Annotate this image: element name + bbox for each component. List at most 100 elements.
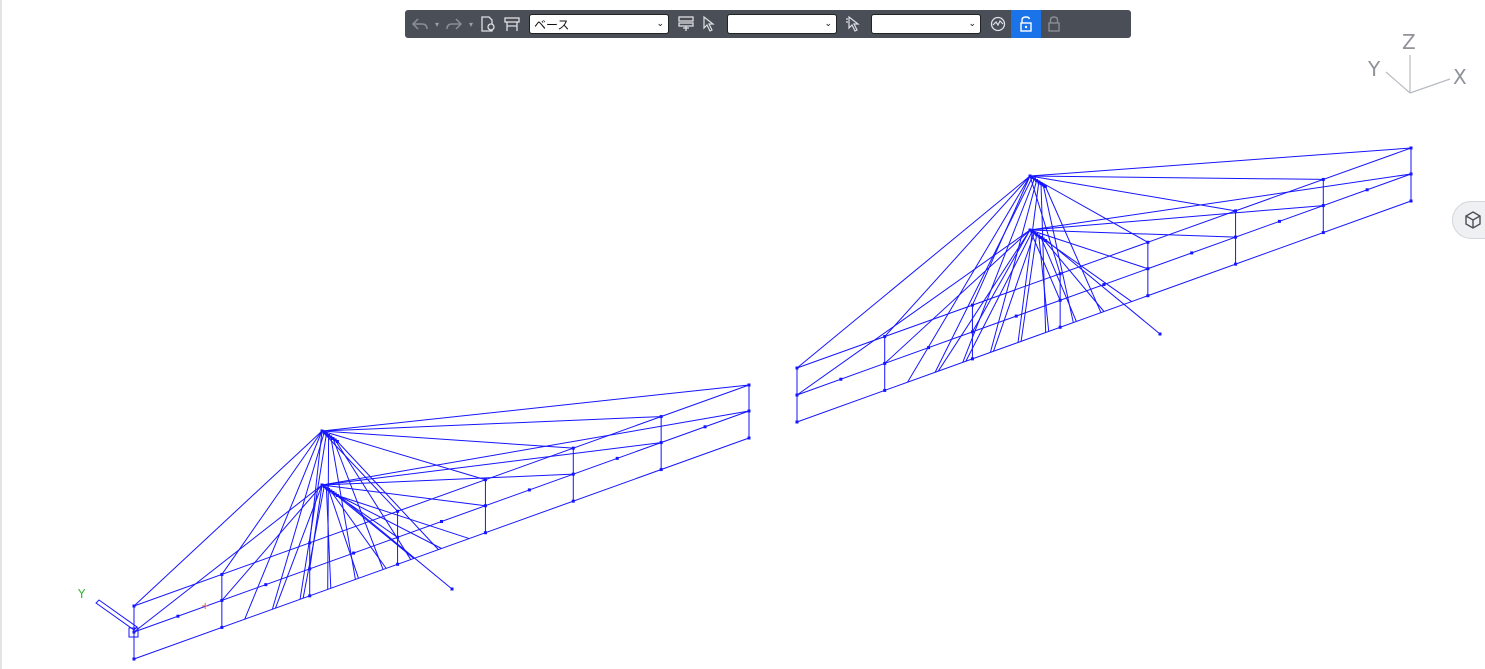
analysis-view-button[interactable] [987, 13, 1009, 35]
node-point [703, 425, 707, 429]
node-point [1321, 231, 1325, 235]
member-line [989, 180, 1038, 353]
node-point [308, 541, 312, 545]
member-line [1029, 147, 1412, 177]
selection-select[interactable]: ⌄ [871, 14, 981, 34]
node-point [440, 520, 443, 523]
node-point [1409, 199, 1413, 203]
document-settings-button[interactable] [477, 13, 499, 35]
node-point [335, 440, 339, 443]
node-point [483, 531, 487, 535]
view-cube-button[interactable] [1452, 201, 1485, 239]
layer-select[interactable]: ベース ⌄ [529, 14, 669, 34]
node-point [1321, 204, 1325, 208]
layer-select-value: ベース [534, 17, 570, 32]
triad-z-label: Z [1402, 30, 1416, 54]
node-point [747, 409, 751, 413]
triad-x-axis [1409, 78, 1451, 94]
node-point [1365, 188, 1369, 192]
node-point [659, 468, 663, 472]
member-line [321, 430, 574, 449]
node-point [396, 509, 400, 513]
undo-history-caret[interactable]: ▾ [433, 20, 441, 29]
node-point [450, 587, 454, 591]
member-line [337, 441, 439, 550]
member-line [1029, 229, 1236, 238]
node-point [1146, 240, 1150, 244]
undo-icon [411, 18, 428, 30]
structure-view-button[interactable] [501, 13, 523, 35]
node-point [308, 594, 312, 598]
node-point [970, 303, 974, 307]
viewport-toolbar: ▾ ▾ ベース ⌄ ⌄ ⌄ [405, 10, 1131, 38]
node-point [335, 494, 339, 497]
chevron-down-icon: ⌄ [824, 19, 832, 29]
node-point [927, 346, 931, 350]
node-point [1409, 146, 1413, 150]
structure-icon [504, 17, 520, 31]
structural-model [133, 147, 1412, 660]
triad-y-label: Y [1367, 57, 1381, 81]
layer-filter-icon [678, 16, 694, 31]
node-point [883, 335, 887, 339]
chevron-down-icon: ⌄ [656, 19, 664, 29]
node-point [1058, 298, 1062, 302]
node-point [483, 504, 487, 508]
node-point [659, 415, 663, 419]
axis-triad[interactable] [1385, 55, 1451, 94]
redo-history-caret[interactable]: ▾ [467, 20, 475, 29]
node-point [1102, 283, 1106, 286]
pick-element-button[interactable] [699, 13, 721, 35]
node-point [571, 499, 575, 503]
member-line [884, 229, 1031, 364]
node-point [352, 551, 356, 555]
node-point [659, 441, 663, 445]
document-gear-icon [481, 16, 495, 32]
node-point [1234, 262, 1238, 266]
node-point [132, 657, 136, 661]
member-line [321, 430, 486, 481]
redo-button[interactable] [443, 13, 465, 35]
node-point [970, 357, 974, 361]
node-point [1277, 219, 1281, 223]
node-point [795, 366, 799, 370]
node-point [747, 383, 751, 387]
triad-y-axis [1385, 71, 1411, 94]
member-line [299, 433, 327, 600]
member-line [332, 492, 415, 559]
member-line [796, 175, 1031, 369]
node-point [308, 567, 312, 571]
node-point [1058, 272, 1062, 276]
unlock-icon [1020, 16, 1032, 32]
model-viewport[interactable]: Y + Z Y X [0, 0, 1485, 669]
node-point [747, 436, 751, 440]
node-point [527, 488, 531, 492]
member-line [327, 435, 330, 590]
node-point [795, 393, 799, 397]
node-point [1043, 239, 1047, 242]
origin-y-label: Y [77, 587, 86, 601]
triad-x-label: X [1453, 65, 1467, 89]
node-point [396, 562, 400, 566]
origin-glyph [95, 599, 138, 631]
node-point [839, 377, 843, 381]
node-point [483, 478, 487, 482]
node-point [1058, 325, 1062, 329]
undo-button[interactable] [409, 13, 431, 35]
cube-icon [1465, 211, 1481, 229]
unlock-button[interactable] [1011, 10, 1041, 38]
multi-select-button[interactable] [843, 13, 865, 35]
member-line [1017, 181, 1040, 343]
member-line [328, 489, 359, 579]
node-point [883, 388, 887, 392]
node-point [970, 330, 974, 334]
member-line [1029, 175, 1324, 180]
lock-button[interactable] [1043, 13, 1065, 35]
member-line [321, 442, 662, 486]
filter-select[interactable]: ⌄ [727, 14, 837, 34]
layer-filter-button[interactable] [675, 13, 697, 35]
node-point [1146, 267, 1150, 271]
member-line [337, 495, 470, 540]
chevron-down-icon: ⌄ [968, 19, 976, 29]
member-line [321, 430, 398, 512]
